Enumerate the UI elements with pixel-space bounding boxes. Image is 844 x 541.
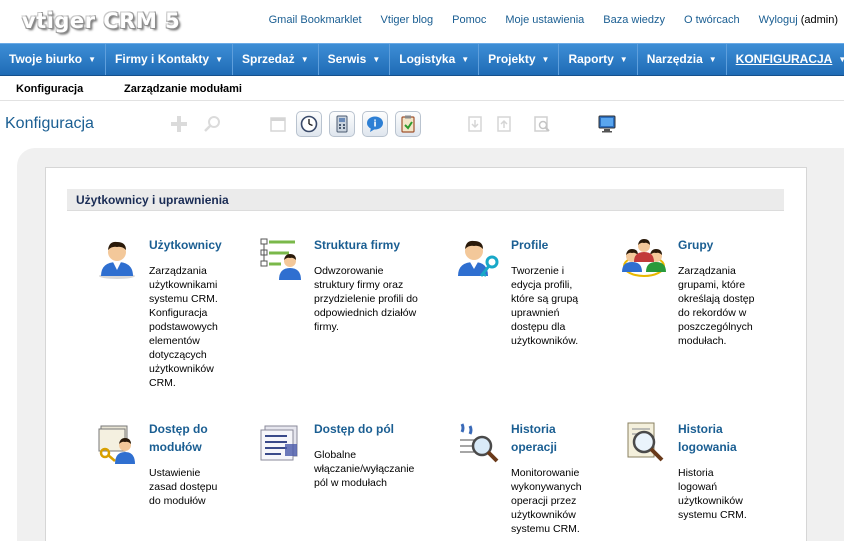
module-access-description: Ustawienie zasad dostępu do modułów bbox=[149, 467, 218, 507]
caret-down-icon: ▼ bbox=[838, 55, 844, 64]
caret-down-icon: ▼ bbox=[372, 55, 381, 64]
settings-item-roles[interactable]: Struktura firmy Odwzorowanie struktury fi… bbox=[259, 236, 439, 346]
main-navigation: Twoje biurko ▼ Firmy i Kontakty ▼ Sprzedaż… bbox=[0, 43, 844, 76]
monitor-icon[interactable] bbox=[594, 111, 620, 137]
find-duplicates-icon bbox=[529, 111, 555, 137]
nav-label: Logistyka bbox=[399, 52, 456, 66]
nav-item-sales[interactable]: Sprzedaż ▼ bbox=[233, 44, 319, 75]
nav-item-support[interactable]: Serwis ▼ bbox=[319, 44, 391, 75]
users-title[interactable]: Użytkownicy bbox=[149, 236, 222, 254]
caret-down-icon: ▼ bbox=[300, 55, 309, 64]
subnav-module-manager[interactable]: Zarządzanie modułami bbox=[124, 83, 242, 95]
subnav-settings[interactable]: Konfiguracja bbox=[16, 83, 83, 95]
module-access-icon bbox=[95, 420, 139, 464]
groups-description: Zarządzania grupami, które określają dostę… bbox=[678, 265, 755, 347]
chat-icon[interactable]: i bbox=[362, 111, 388, 137]
nav-label: Narzędzia bbox=[646, 52, 703, 66]
clock-icon[interactable] bbox=[296, 111, 322, 137]
vtiger-logo: vtiger CRM 5 bbox=[22, 9, 181, 33]
profiles-title[interactable]: Profile bbox=[511, 236, 548, 254]
caret-down-icon: ▼ bbox=[708, 55, 717, 64]
caret-down-icon: ▼ bbox=[461, 55, 470, 64]
audit-trail-title[interactable]: Historia operacji bbox=[511, 420, 557, 456]
caret-down-icon: ▼ bbox=[541, 55, 550, 64]
section-header: Użytkownicy i uprawnienia bbox=[67, 189, 784, 211]
page-title: Konfiguracja bbox=[5, 115, 94, 132]
company-structure-title[interactable]: Struktura firmy bbox=[314, 236, 400, 254]
settings-item-login-history[interactable]: Historia logowania Historia logowań użytkow… bbox=[622, 420, 772, 530]
user-icon bbox=[95, 236, 139, 280]
nav-label: Twoje biurko bbox=[9, 52, 83, 66]
knowledge-base-link[interactable]: Baza wiedzy bbox=[603, 14, 665, 26]
add-icon bbox=[166, 111, 192, 137]
nav-item-tools[interactable]: Narzędzia ▼ bbox=[638, 44, 727, 75]
calculator-icon[interactable] bbox=[329, 111, 355, 137]
module-access-title[interactable]: Dostęp do modułów bbox=[149, 420, 208, 456]
audit-trail-description: Monitorowanie wykonywanych operacji przez u… bbox=[511, 467, 582, 535]
settings-item-field-access[interactable]: Dostęp do pól Globalne włączanie/wyłączan… bbox=[259, 420, 439, 520]
groups-icon bbox=[622, 236, 666, 280]
org-structure-icon bbox=[259, 236, 303, 280]
nav-label: Sprzedaż bbox=[242, 52, 295, 66]
field-access-description: Globalne włączanie/wyłączanie pól w moduła… bbox=[314, 449, 415, 489]
users-description: Zarządzania użytkownikami systemu CRM. Konf… bbox=[149, 265, 218, 389]
search-icon bbox=[199, 111, 225, 137]
top-links: Gmail Bookmarklet Vtiger blog Pomoc Moje… bbox=[250, 14, 838, 26]
gmail-bookmarklet-link[interactable]: Gmail Bookmarklet bbox=[269, 14, 362, 26]
caret-down-icon: ▼ bbox=[215, 55, 223, 64]
nav-item-my-home[interactable]: Twoje biurko ▼ bbox=[0, 44, 107, 75]
nav-label: Serwis bbox=[327, 52, 367, 66]
nav-item-reports[interactable]: Raporty ▼ bbox=[559, 44, 638, 75]
field-access-title[interactable]: Dostęp do pól bbox=[314, 420, 394, 438]
help-link[interactable]: Pomoc bbox=[452, 14, 486, 26]
profiles-description: Tworzenie i edycja profili, które są grupą… bbox=[511, 265, 579, 347]
clipboard-icon[interactable] bbox=[395, 111, 421, 137]
nav-label: Raporty bbox=[568, 52, 614, 66]
profile-key-icon bbox=[456, 236, 500, 280]
company-structure-description: Odwzorowanie struktury firmy oraz przydzie… bbox=[314, 265, 418, 333]
logout-link[interactable]: Wyloguj bbox=[759, 14, 798, 26]
sub-navigation: Konfiguracja Zarządzanie modułami bbox=[0, 76, 844, 101]
vtiger-blog-link[interactable]: Vtiger blog bbox=[381, 14, 434, 26]
login-history-description: Historia logowań użytkowników systemu CRM. bbox=[678, 467, 747, 521]
caret-down-icon: ▼ bbox=[619, 55, 628, 64]
caret-down-icon: ▼ bbox=[88, 55, 97, 64]
audit-trail-icon bbox=[456, 420, 500, 464]
nav-label: KONFIGURACJA bbox=[735, 52, 833, 66]
nav-item-projects[interactable]: Projekty ▼ bbox=[479, 44, 560, 75]
settings-item-profiles[interactable]: Profile Tworzenie i edycja profili, które … bbox=[456, 236, 606, 356]
login-history-title[interactable]: Historia logowania bbox=[678, 420, 737, 456]
svg-text:i: i bbox=[373, 120, 376, 130]
nav-label: Firmy i Kontakty bbox=[115, 52, 210, 66]
section-title: Użytkownicy i uprawnienia bbox=[76, 193, 229, 207]
settings-item-module-access[interactable]: Dostęp do modułów Ustawienie zasad dostępu… bbox=[95, 420, 245, 520]
about-link[interactable]: O twórcach bbox=[684, 14, 740, 26]
calendar-icon bbox=[265, 111, 291, 137]
settings-item-groups[interactable]: Grupy Zarządzania grupami, które określają… bbox=[622, 236, 772, 356]
settings-item-users[interactable]: Użytkownicy Zarządzania użytkownikami syst… bbox=[95, 236, 245, 396]
current-user: (admin) bbox=[800, 14, 838, 26]
nav-item-marketing[interactable]: Firmy i Kontakty ▼ bbox=[106, 44, 233, 75]
nav-label: Projekty bbox=[488, 52, 536, 66]
settings-item-audit-trail[interactable]: Historia operacji Monitorowanie wykonywany… bbox=[456, 420, 606, 540]
field-access-icon bbox=[259, 420, 303, 464]
top-header: vtiger CRM 5 Gmail Bookmarklet Vtiger bl… bbox=[0, 0, 844, 43]
groups-title[interactable]: Grupy bbox=[678, 236, 713, 254]
nav-item-inventory[interactable]: Logistyka ▼ bbox=[390, 44, 480, 75]
import-icon bbox=[462, 111, 488, 137]
my-preferences-link[interactable]: Moje ustawienia bbox=[505, 14, 584, 26]
login-history-icon bbox=[622, 420, 666, 464]
nav-item-settings[interactable]: KONFIGURACJA ▼ bbox=[727, 44, 844, 75]
export-icon bbox=[491, 111, 517, 137]
